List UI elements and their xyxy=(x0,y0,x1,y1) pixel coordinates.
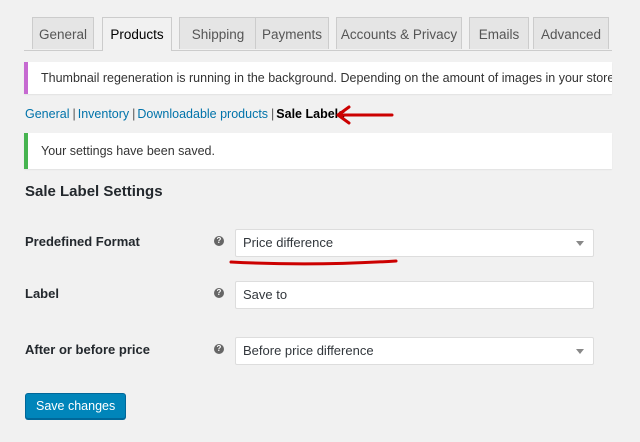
help-icon[interactable]: ? xyxy=(214,288,224,298)
subnav-downloadable-products[interactable]: Downloadable products xyxy=(137,107,268,121)
subnav-general[interactable]: General xyxy=(25,107,69,121)
tab-general[interactable]: General xyxy=(32,17,94,49)
tab-shipping[interactable]: Shipping xyxy=(179,17,257,49)
notice-text: Thumbnail regeneration is running in the… xyxy=(41,71,612,85)
tab-emails[interactable]: Emails xyxy=(469,17,529,49)
section-title: Sale Label Settings xyxy=(25,183,163,200)
save-changes-button[interactable]: Save changes xyxy=(25,393,127,419)
price-position-value: Before price difference xyxy=(243,343,374,358)
settings-saved-notice: Your settings have been saved. xyxy=(24,133,612,169)
predefined-format-label: Predefined Format xyxy=(25,234,140,249)
chevron-down-icon xyxy=(576,349,584,354)
tab-payments[interactable]: Payments xyxy=(255,17,329,49)
price-position-label: After or before price xyxy=(25,342,150,357)
notice-text: Your settings have been saved. xyxy=(41,144,215,158)
tab-products[interactable]: Products xyxy=(102,17,172,51)
help-icon[interactable]: ? xyxy=(214,344,224,354)
label-text-input[interactable]: Save to xyxy=(235,281,594,309)
settings-tabs: General Products Shipping Payments Accou… xyxy=(24,17,612,51)
subnav-inventory[interactable]: Inventory xyxy=(78,107,129,121)
chevron-down-icon xyxy=(576,241,584,246)
product-subnav: General | Inventory | Downloadable products |… xyxy=(25,104,345,124)
label-field-label: Label xyxy=(25,286,59,301)
subnav-separator: | xyxy=(72,107,76,121)
annotation-arrow-icon xyxy=(336,105,394,125)
price-position-select[interactable]: Before price difference xyxy=(235,337,594,365)
tab-advanced[interactable]: Advanced xyxy=(533,17,609,49)
predefined-format-select[interactable]: Price difference xyxy=(235,229,594,257)
label-input-value: Save to xyxy=(243,287,288,302)
tab-accounts-privacy[interactable]: Accounts & Privacy xyxy=(336,17,462,49)
help-icon[interactable]: ? xyxy=(214,236,224,246)
annotation-underline-icon xyxy=(229,259,398,266)
predefined-format-value: Price difference xyxy=(243,235,334,250)
thumbnail-regeneration-notice: Thumbnail regeneration is running in the… xyxy=(24,62,612,94)
